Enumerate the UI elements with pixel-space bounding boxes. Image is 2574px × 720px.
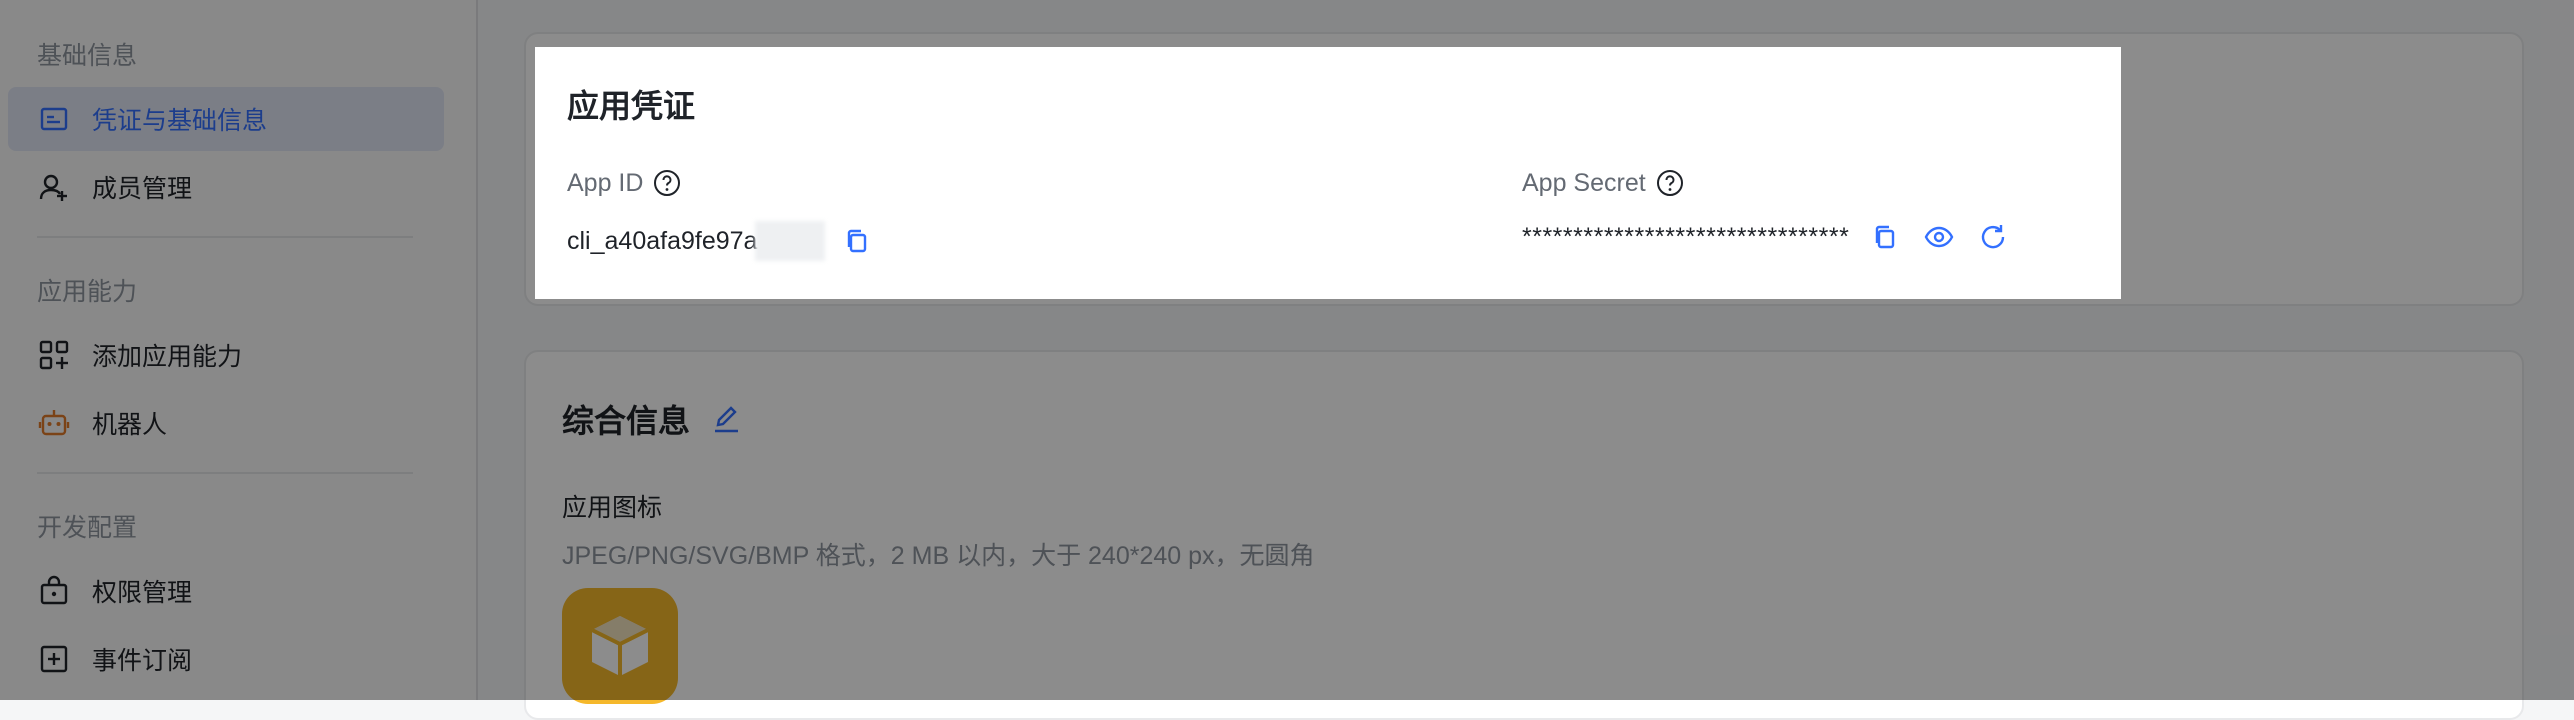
refresh-icon[interactable] [1977,221,2009,253]
cube-icon [591,616,649,676]
app-icon-hint: JPEG/PNG/SVG/BMP 格式，2 MB 以内，大于 240*240 p… [562,542,1315,570]
credential-icon [38,103,70,135]
app-secret-row: ******************************** [1522,221,2009,253]
copy-icon[interactable] [1869,221,1901,253]
sidebar: 基础信息 凭证与基础信息 成员管理 应用能力 添加应用能力 机器人 开发配置 权… [0,0,478,700]
app-secret-value: ******************************** [1522,222,1850,251]
help-icon[interactable] [1654,167,1686,199]
divider [37,472,413,474]
sidebar-item-label: 权限管理 [92,579,193,607]
robot-icon [38,407,70,439]
eye-icon[interactable] [1923,221,1955,253]
app-id-value: cli_a40afa9fe97a [567,226,758,255]
sidebar-item-label: 机器人 [92,411,168,439]
credentials-panel: 应用凭证 App ID cli_a40afa9fe97a App Secret … [535,47,2121,299]
sidebar-item-credentials[interactable]: 凭证与基础信息 [8,87,444,151]
sidebar-item-label: 凭证与基础信息 [92,107,268,135]
app-grid-icon [38,339,70,371]
app-id-row: cli_a40afa9fe97a [567,221,873,261]
sidebar-item-add-capability[interactable]: 添加应用能力 [8,323,444,387]
section-title: 综合信息 [562,403,691,439]
sidebar-item-label: 事件订阅 [92,647,193,675]
app-secret-label-row: App Secret [1522,167,1686,199]
app-icon-label: 应用图标 [562,494,663,522]
general-info-heading: 综合信息 [562,396,742,442]
event-subscribe-icon [38,643,70,675]
app-id-label: App ID [567,168,644,197]
app-id-label-row: App ID [567,167,683,199]
sidebar-item-label: 添加应用能力 [92,343,243,371]
group-title-dev-config: 开发配置 [37,514,138,542]
sidebar-item-label: 成员管理 [92,175,193,203]
app-secret-label: App Secret [1522,168,1646,197]
help-icon[interactable] [651,167,683,199]
app-icon-upload[interactable] [562,588,678,704]
redacted-mask [755,221,826,261]
add-member-icon [38,171,70,203]
sidebar-item-permissions[interactable]: 权限管理 [8,559,444,623]
general-info-card: 综合信息 应用图标 JPEG/PNG/SVG/BMP 格式，2 MB 以内，大于… [524,350,2524,720]
group-title-app-capability: 应用能力 [37,278,138,306]
divider [37,236,413,238]
group-title-basic-info: 基础信息 [37,42,138,70]
sidebar-item-robot[interactable]: 机器人 [8,391,444,455]
edit-icon[interactable] [710,403,742,435]
sidebar-item-events[interactable]: 事件订阅 [8,627,444,691]
sidebar-item-members[interactable]: 成员管理 [8,155,444,219]
credentials-title: 应用凭证 [567,88,696,124]
permission-icon [38,575,70,607]
copy-icon[interactable] [841,225,873,257]
